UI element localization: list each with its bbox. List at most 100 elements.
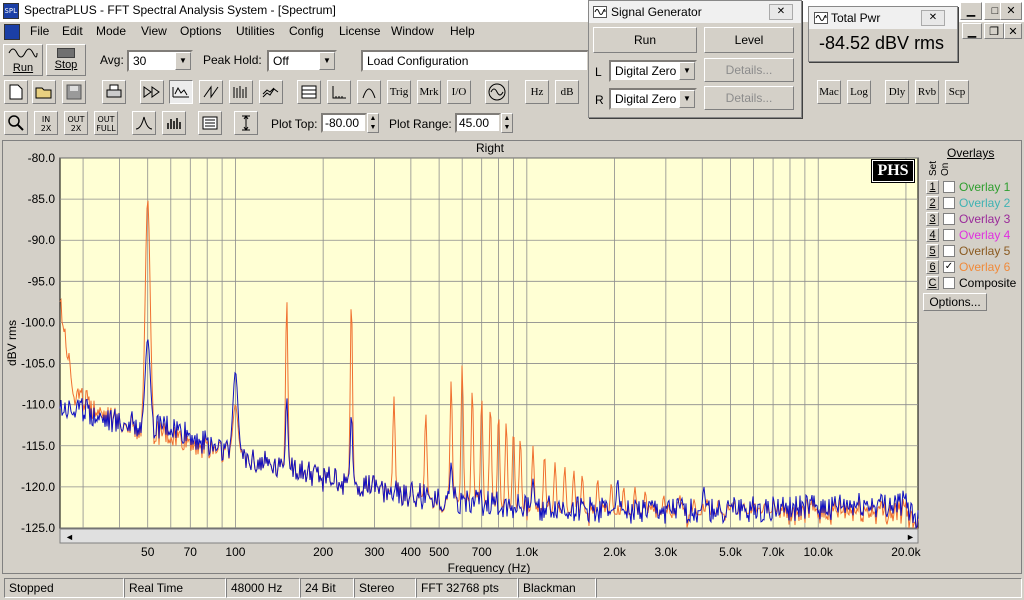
plot-range-spinner[interactable]: ▲ ▼ (501, 113, 513, 133)
io-button[interactable]: I/O (447, 80, 471, 104)
menu-file[interactable]: File (30, 24, 49, 38)
zoom-button[interactable] (4, 111, 28, 135)
mdi-restore-button[interactable]: ❐ (984, 23, 1004, 39)
mdi-close-button[interactable]: ✕ (1004, 23, 1022, 39)
overlay-options-button[interactable]: Options... (923, 293, 987, 311)
left-signal-select[interactable]: Digital Zero ▼ (609, 60, 697, 82)
total-power-close-button[interactable]: ✕ (921, 10, 945, 26)
overlay-checkbox[interactable] (943, 197, 955, 209)
overlay-set-button[interactable]: 5 (926, 244, 939, 258)
overlay-checkbox[interactable] (943, 213, 955, 225)
spectrum-mode-button[interactable] (169, 80, 193, 104)
right-details-button[interactable]: Details... (704, 86, 794, 110)
marker-button[interactable]: Mrk (417, 80, 441, 104)
macro-button[interactable]: Mac (817, 80, 841, 104)
x-tick-label: 20.0k (891, 545, 921, 559)
octave-bars-button[interactable] (162, 111, 186, 135)
trigger-button[interactable]: Trig (387, 80, 411, 104)
menu-utilities[interactable]: Utilities (236, 24, 275, 38)
3d-surface-button[interactable] (259, 80, 283, 104)
plot-range-label: Plot Range: (389, 117, 452, 131)
print-button[interactable] (102, 80, 126, 104)
time-series-button[interactable] (199, 80, 223, 104)
y-tick-label: -105.0 (21, 357, 55, 371)
overlay-set-button[interactable]: 2 (926, 196, 939, 210)
plot-table-button[interactable] (198, 111, 222, 135)
play-wave-button[interactable] (140, 80, 164, 104)
mdi-minimize-button[interactable]: ▁ (962, 23, 982, 39)
zoom-out-2x-button[interactable]: OUT 2X (64, 111, 88, 135)
chevron-down-icon[interactable]: ▼ (319, 52, 335, 70)
y-tick-label: -110.0 (22, 398, 55, 412)
menu-options[interactable]: Options (180, 24, 221, 38)
overlay-set-button[interactable]: C (926, 276, 939, 290)
data-table-button[interactable] (297, 80, 321, 104)
chevron-down-icon[interactable]: ▼ (175, 52, 191, 70)
log-button[interactable]: Log (847, 80, 871, 104)
overlay-checkbox[interactable]: ✓ (943, 261, 955, 273)
weighting-button[interactable] (357, 80, 381, 104)
generator-button[interactable] (485, 80, 509, 104)
db-button[interactable]: dB (555, 80, 579, 104)
overlay-checkbox[interactable] (943, 181, 955, 193)
left-channel-label: L (595, 65, 602, 79)
left-details-button[interactable]: Details... (704, 58, 794, 82)
overlay-checkbox[interactable] (943, 277, 955, 289)
hz-button[interactable]: Hz (525, 80, 549, 104)
menu-view[interactable]: View (141, 24, 167, 38)
new-file-button[interactable] (4, 80, 28, 104)
delay-button[interactable]: Dly (885, 80, 909, 104)
menu-config[interactable]: Config (289, 24, 324, 38)
plot-top-spinner[interactable]: ▲ ▼ (367, 113, 379, 133)
plot-range-input[interactable]: 45.00 (455, 113, 501, 133)
avg-value: 30 (133, 54, 147, 68)
menu-license[interactable]: License (339, 24, 380, 38)
spectrum-chart[interactable]: -80.0 -85.0 -90.0 -95.0 -100.0 -105.0 -110.0 -1… (0, 140, 1024, 574)
generator-sine-icon (488, 83, 506, 101)
zoom-out-full-button[interactable]: OUT FULL (94, 111, 118, 135)
run-button[interactable]: Run (3, 44, 43, 76)
menu-edit[interactable]: Edit (62, 24, 83, 38)
autoscale-button[interactable] (234, 111, 258, 135)
right-signal-select[interactable]: Digital Zero ▼ (609, 88, 697, 110)
overlay-checkbox[interactable] (943, 229, 955, 241)
overlay-set-button[interactable]: 1 (926, 180, 939, 194)
close-button[interactable]: ✕ (1000, 2, 1022, 20)
status-bar: Stopped Real Time 48000 Hz 24 Bit Stereo… (0, 576, 1024, 600)
menu-help[interactable]: Help (450, 24, 475, 38)
peak-hold-select[interactable]: Off ▼ (267, 50, 337, 72)
overlay-set-button[interactable]: 3 (926, 212, 939, 226)
axis-scale-button[interactable] (327, 80, 351, 104)
zoom-in-2x-button[interactable]: IN 2X (34, 111, 58, 135)
x-tick-label: 5.0k (719, 545, 743, 559)
open-file-button[interactable] (32, 80, 56, 104)
overlay-set-button[interactable]: 6 (926, 260, 939, 274)
chevron-down-icon[interactable]: ▼ (679, 90, 695, 108)
x-axis-label: Frequency (Hz) (448, 561, 531, 574)
mdi-doc-icon[interactable] (4, 24, 20, 40)
minimize-button[interactable]: ▁ (960, 2, 982, 20)
spectrogram-button[interactable] (229, 80, 253, 104)
avg-select[interactable]: 30 ▼ (127, 50, 193, 72)
right-channel-label: R (595, 93, 604, 107)
save-file-button[interactable] (62, 80, 86, 104)
overlay-set-button[interactable]: 4 (926, 228, 939, 242)
peak-curve-button[interactable] (132, 111, 156, 135)
overlay-label: Overlay 3 (959, 212, 1011, 226)
menu-window[interactable]: Window (391, 24, 434, 38)
chevron-down-icon[interactable]: ▼ (679, 62, 695, 80)
y-tick-label: -95.0 (28, 274, 56, 288)
menu-mode[interactable]: Mode (96, 24, 126, 38)
scope-button[interactable]: Scp (945, 80, 969, 104)
signal-generator-close-button[interactable]: ✕ (769, 4, 793, 20)
status-empty (596, 578, 1022, 598)
generator-run-button[interactable]: Run (593, 27, 697, 53)
stop-button[interactable]: Stop (46, 44, 86, 76)
x-tick-label: 3.0k (655, 545, 679, 559)
plot-top-input[interactable]: -80.00 (321, 113, 367, 133)
x-tick-label: 200 (313, 545, 333, 559)
generator-level-button[interactable]: Level (704, 27, 794, 53)
configuration-select[interactable]: Load Configuration (361, 50, 589, 72)
reverb-button[interactable]: Rvb (915, 80, 939, 104)
overlay-checkbox[interactable] (943, 245, 955, 257)
